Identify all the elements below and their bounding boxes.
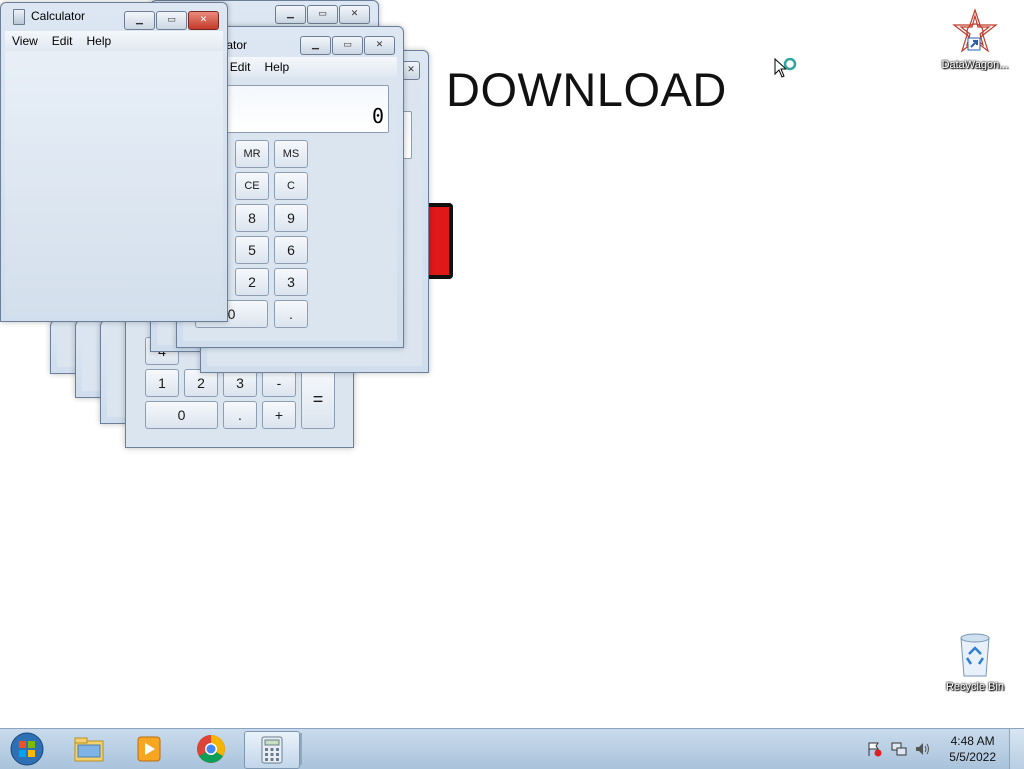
- recycle-bin[interactable]: Recycle Bin: [935, 630, 1015, 693]
- close-button[interactable]: ✕: [339, 5, 370, 24]
- windows-start-orb-icon: [10, 732, 44, 766]
- key-2[interactable]: 2: [235, 268, 269, 296]
- key-dot[interactable]: .: [274, 300, 308, 328]
- menu-help[interactable]: Help: [79, 31, 118, 48]
- volume-icon[interactable]: [914, 741, 932, 761]
- key-dot[interactable]: .: [223, 401, 257, 429]
- taskbar-explorer[interactable]: [62, 731, 116, 767]
- key-ce[interactable]: CE: [235, 172, 269, 200]
- menu-view[interactable]: View: [5, 31, 45, 48]
- recycle-bin-icon: [960, 633, 990, 677]
- window-title: Calculator: [31, 9, 86, 23]
- close-button[interactable]: ✕: [364, 36, 395, 55]
- key-mr[interactable]: MR: [235, 140, 269, 168]
- menu-edit[interactable]: Edit: [223, 57, 258, 74]
- minimize-button[interactable]: ▁: [300, 36, 331, 55]
- taskbar-chrome[interactable]: [184, 731, 238, 767]
- key-ms[interactable]: MS: [274, 140, 308, 168]
- recycle-bin-label: Recycle Bin: [945, 681, 1005, 693]
- clock-date: 5/5/2022: [949, 750, 996, 764]
- menu-help[interactable]: Help: [257, 57, 296, 74]
- maximize-button[interactable]: ▭: [156, 11, 187, 30]
- key-1[interactable]: 1: [145, 369, 179, 397]
- network-icon[interactable]: [890, 741, 908, 761]
- key-c[interactable]: C: [274, 172, 308, 200]
- key-8[interactable]: 8: [235, 204, 269, 232]
- minimize-button[interactable]: ▁: [275, 5, 306, 24]
- key-0[interactable]: 0: [145, 401, 218, 429]
- busy-cursor-icon: [774, 58, 797, 78]
- taskbar-calculator[interactable]: [244, 731, 300, 769]
- key-5[interactable]: 5: [235, 236, 269, 264]
- maximize-button[interactable]: ▭: [332, 36, 363, 55]
- key-plus[interactable]: +: [262, 401, 296, 429]
- minimize-button[interactable]: ▁: [124, 11, 155, 30]
- chrome-icon: [197, 735, 225, 763]
- calculator-icon: [261, 736, 283, 764]
- download-banner: DOWNLOAD: [446, 63, 727, 116]
- action-center-flag-icon[interactable]: [866, 741, 882, 761]
- close-button-partial[interactable]: ✕: [402, 61, 420, 80]
- taskbar-media-player[interactable]: [122, 731, 176, 767]
- start-button[interactable]: [0, 731, 54, 767]
- key-equals[interactable]: =: [301, 369, 335, 429]
- key-9[interactable]: 9: [274, 204, 308, 232]
- calculator-window-topleft[interactable]: Calculator ▁ ▭ ✕ View Edit Help: [0, 2, 228, 322]
- calculator-app-icon: [13, 9, 25, 25]
- key-2[interactable]: 2: [184, 369, 218, 397]
- media-player-icon: [137, 736, 161, 762]
- maximize-button[interactable]: ▭: [307, 5, 338, 24]
- clock-time: 4:48 AM: [950, 734, 995, 748]
- menu-edit[interactable]: Edit: [45, 31, 80, 48]
- system-clock[interactable]: 4:48 AM 5/5/2022: [949, 733, 996, 765]
- show-desktop-button[interactable]: [1009, 729, 1024, 769]
- key-3[interactable]: 3: [274, 268, 308, 296]
- taskbar-separator: [300, 733, 302, 765]
- key-3[interactable]: 3: [223, 369, 257, 397]
- key-minus[interactable]: -: [262, 369, 296, 397]
- key-6[interactable]: 6: [274, 236, 308, 264]
- datawagon-label: DataWagon...: [941, 59, 1009, 71]
- taskbar: 4:48 AM 5/5/2022: [0, 728, 1024, 769]
- datawagon-icon: [952, 8, 998, 53]
- folder-icon: [74, 737, 104, 762]
- close-button[interactable]: ✕: [188, 11, 219, 30]
- datawagon-shortcut[interactable]: DataWagon...: [935, 8, 1015, 71]
